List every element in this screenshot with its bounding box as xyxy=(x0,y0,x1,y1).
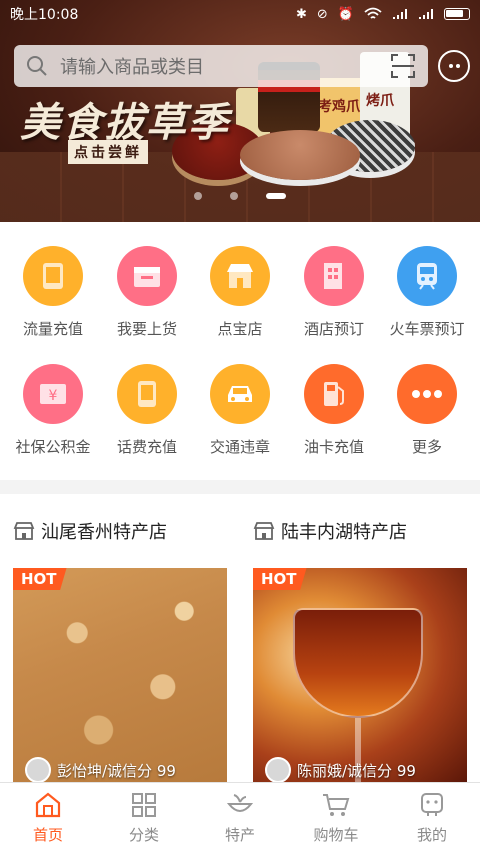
grid-icon xyxy=(132,792,156,817)
store-owner: 陈丽娥/诚信分 99 xyxy=(265,756,416,784)
func-label: 话费充值 xyxy=(116,438,177,456)
func-label: 酒店预订 xyxy=(303,320,364,338)
dot xyxy=(455,64,460,68)
store-icon xyxy=(210,246,270,306)
store-image[interactable]: HOT 彭怡坤/诚信分 99 xyxy=(13,568,227,784)
scan-icon[interactable] xyxy=(390,53,416,79)
store-header[interactable]: 汕尾香州特产店 xyxy=(13,494,227,568)
message-button[interactable] xyxy=(438,50,470,82)
carousel-dot[interactable] xyxy=(194,192,202,200)
signal-icon xyxy=(393,9,407,19)
func-item-traffic-topup[interactable]: 流量充值 xyxy=(5,246,101,339)
banner-subtitle: 点击尝鲜 xyxy=(68,140,148,164)
bottom-nav: 首页 分类 特产 购物车 我的 xyxy=(0,782,480,853)
nav-label: 首页 xyxy=(32,825,63,844)
banner-bag-text: 考鸡爪 xyxy=(318,99,360,115)
profile-icon xyxy=(421,792,443,816)
specialty-icon xyxy=(226,793,254,812)
banner-plums-bowl xyxy=(240,130,360,180)
store-card[interactable]: 陆丰内湖特产店 HOT 陈丽娥/诚信分 99 xyxy=(253,494,467,784)
nav-label: 购物车 xyxy=(313,825,359,844)
search-icon xyxy=(27,56,47,76)
owner-credit: 彭怡坤/诚信分 99 xyxy=(57,761,176,780)
more-icon xyxy=(397,364,457,424)
nav-label: 我的 xyxy=(416,825,447,844)
yuan-icon: ¥ xyxy=(23,364,83,424)
nav-specialty[interactable]: 特产 xyxy=(192,783,288,853)
hot-badge: HOT xyxy=(253,568,307,590)
hotel-icon xyxy=(304,246,364,306)
status-time: 晚上10:08 xyxy=(10,7,79,23)
func-label: 火车票预订 xyxy=(389,320,465,338)
store-owner: 彭怡坤/诚信分 99 xyxy=(25,756,176,784)
store-card[interactable]: 汕尾香州特产店 HOT 彭怡坤/诚信分 99 xyxy=(13,494,227,784)
signal-icon xyxy=(419,9,433,19)
store-image[interactable]: HOT 陈丽娥/诚信分 99 xyxy=(253,568,467,784)
func-item-more[interactable]: 更多 xyxy=(379,364,475,457)
wifi-icon xyxy=(364,7,382,19)
fuel-icon xyxy=(304,364,364,424)
func-item-shop[interactable]: 点宝店 xyxy=(192,246,288,339)
promo-banner[interactable]: 考鸡爪 烤爪 美食拔草季 点击尝鲜 xyxy=(0,0,480,222)
status-bar: 晚上10:08 ✱ ⊘ ⏰ xyxy=(0,0,480,28)
store-name: 汕尾香州特产店 xyxy=(41,522,167,543)
phone-icon xyxy=(117,364,177,424)
func-item-fuel-card[interactable]: 油卡充值 xyxy=(286,364,382,457)
func-label: 流量充值 xyxy=(22,320,83,338)
func-item-add-goods[interactable]: 我要上货 xyxy=(99,246,195,339)
bluetooth-icon: ✱ xyxy=(296,6,307,22)
search-input[interactable]: 请输入商品或类目 xyxy=(60,53,390,79)
nav-category[interactable]: 分类 xyxy=(96,783,192,853)
hot-badge: HOT xyxy=(13,568,67,590)
func-item-hotel[interactable]: 酒店预订 xyxy=(286,246,382,339)
function-grid: 流量充值 我要上货 点宝店 酒店预订 火车票预订 ¥ 社保公积金 话费充值 交通… xyxy=(0,222,480,480)
dot xyxy=(448,64,453,68)
store-header[interactable]: 陆丰内湖特产店 xyxy=(253,494,467,568)
home-icon xyxy=(35,792,61,817)
banner-bag-text: 烤爪 xyxy=(366,93,394,109)
func-label: 更多 xyxy=(411,438,442,456)
func-item-train[interactable]: 火车票预订 xyxy=(379,246,475,339)
carousel-dots xyxy=(0,192,480,200)
mute-icon: ⊘ xyxy=(316,6,328,22)
carousel-dot-active[interactable] xyxy=(266,193,286,199)
func-item-traffic-violation[interactable]: 交通违章 xyxy=(192,364,288,457)
train-icon xyxy=(397,246,457,306)
func-item-social-security[interactable]: ¥ 社保公积金 xyxy=(5,364,101,457)
wine-glass xyxy=(293,608,423,718)
cart-icon xyxy=(323,793,350,816)
func-item-phone-topup[interactable]: 话费充值 xyxy=(99,364,195,457)
nav-cart[interactable]: 购物车 xyxy=(288,783,384,853)
store-icon xyxy=(13,522,35,540)
search-bar[interactable]: 请输入商品或类目 xyxy=(14,45,428,87)
avatar xyxy=(265,757,291,783)
owner-credit: 陈丽娥/诚信分 99 xyxy=(297,761,416,780)
car-icon xyxy=(210,364,270,424)
svg-text:¥: ¥ xyxy=(49,388,58,404)
status-icons: ✱ ⊘ ⏰ xyxy=(296,7,470,22)
nav-home[interactable]: 首页 xyxy=(0,783,96,853)
func-label: 社保公积金 xyxy=(15,438,91,456)
battery-icon xyxy=(444,8,470,20)
box-icon xyxy=(117,246,177,306)
store-section: 汕尾香州特产店 HOT 彭怡坤/诚信分 99 陆丰内湖特产店 HOT 陈丽娥/诚… xyxy=(0,494,480,784)
func-label: 点宝店 xyxy=(217,320,263,338)
func-label: 油卡充值 xyxy=(303,438,364,456)
avatar xyxy=(25,757,51,783)
nav-label: 特产 xyxy=(224,825,255,844)
func-label: 我要上货 xyxy=(116,320,177,338)
alarm-icon: ⏰ xyxy=(337,6,354,22)
store-icon xyxy=(253,522,275,540)
tablet-icon xyxy=(23,246,83,306)
nav-label: 分类 xyxy=(128,825,159,844)
nav-profile[interactable]: 我的 xyxy=(384,783,480,853)
func-label: 交通违章 xyxy=(209,438,270,456)
carousel-dot[interactable] xyxy=(230,192,238,200)
store-name: 陆丰内湖特产店 xyxy=(281,522,407,543)
